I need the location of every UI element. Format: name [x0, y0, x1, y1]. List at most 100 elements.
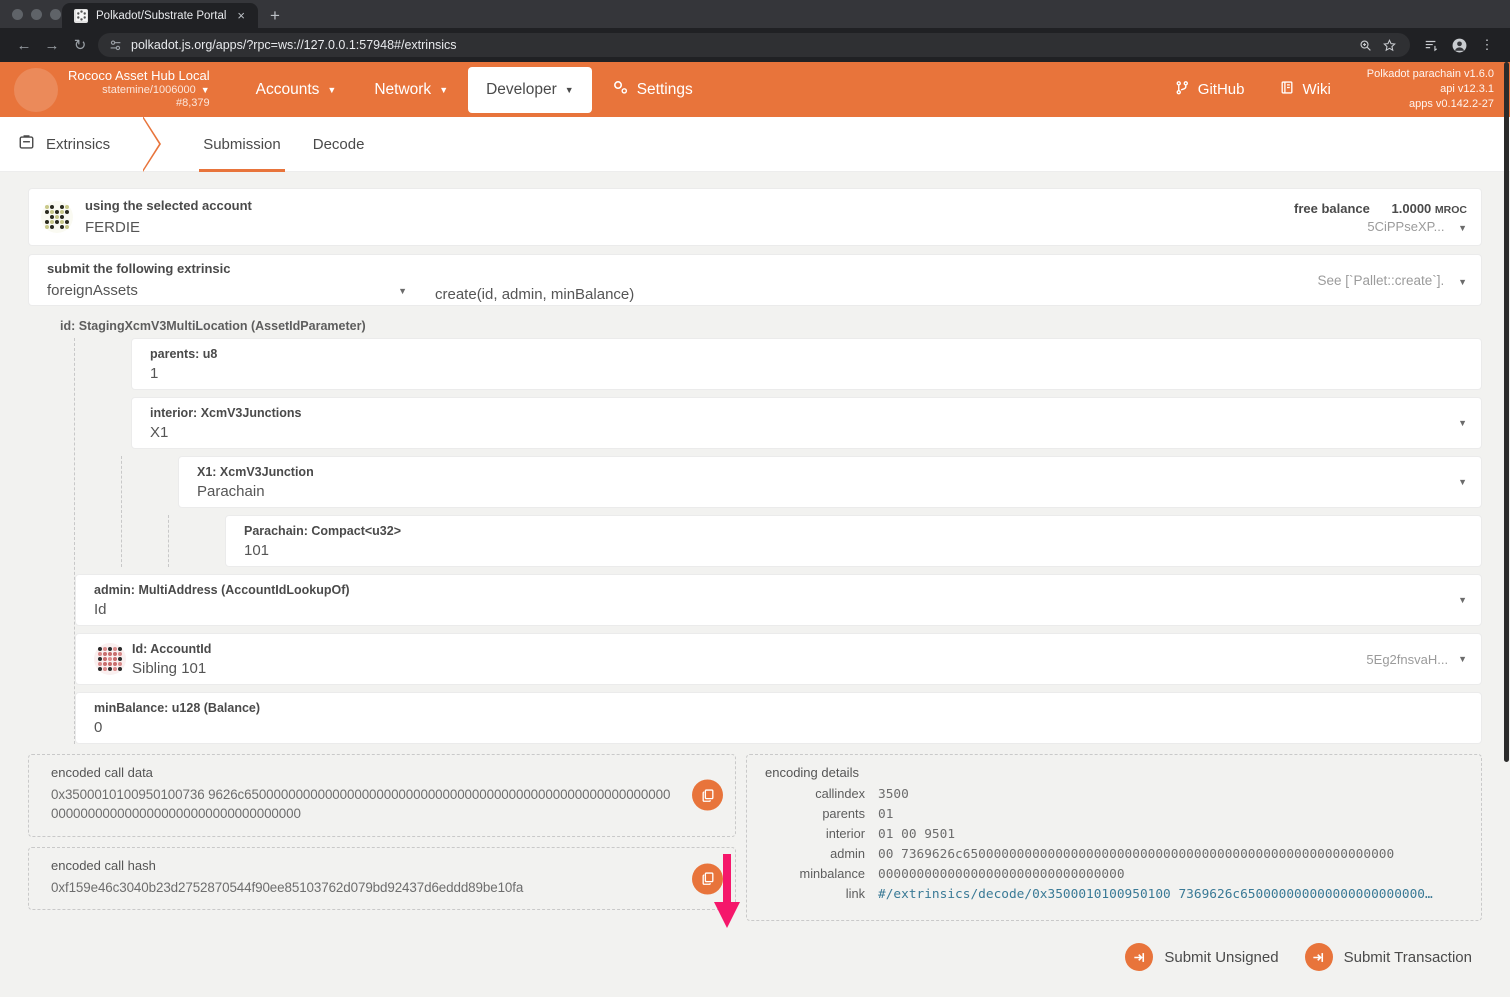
avatar	[94, 643, 126, 675]
detail-row-minbalance: minbalance 00000000000000000000000000000…	[761, 866, 1467, 882]
star-icon[interactable]	[1378, 34, 1400, 56]
extrinsic-method-select[interactable]: create(id, admin, minBalance)	[435, 286, 634, 305]
chain-logo	[14, 68, 58, 112]
detail-key: link	[761, 886, 865, 901]
param-value: X1	[150, 424, 1448, 441]
param-nest-level-1: parents: u8 1 interior: XcmV3Junctions X…	[74, 338, 1482, 744]
reading-list-icon[interactable]	[1418, 32, 1444, 58]
breadcrumb-separator-icon	[143, 116, 161, 172]
back-button[interactable]: ←	[10, 31, 38, 59]
forward-button[interactable]: →	[38, 31, 66, 59]
avatar	[41, 201, 73, 233]
chain-spec: statemine/1006000	[102, 84, 196, 97]
extrinsic-doc-text: See [`Pallet::create`]. ▼	[1318, 273, 1468, 288]
param-row-x1[interactable]: X1: XcmV3Junction Parachain ▼	[178, 456, 1482, 508]
detail-key: interior	[761, 826, 865, 841]
param-row-admin-id[interactable]: Id: AccountId Sibling 101 5Eg2fnsvaH... …	[75, 633, 1482, 685]
extrinsic-pallet-select[interactable]: submit the following extrinsic foreignAs…	[47, 261, 407, 299]
tab-close-icon[interactable]: ×	[234, 9, 248, 22]
extrinsic-selector-card[interactable]: submit the following extrinsic foreignAs…	[28, 254, 1482, 306]
selected-account-card[interactable]: using the selected account FERDIE free b…	[28, 188, 1482, 246]
tab-decode[interactable]: Decode	[297, 117, 381, 172]
detail-row-admin: admin 00 7369626c65000000000000000000000…	[761, 846, 1467, 862]
browser-tab[interactable]: Polkadot/Substrate Portal ×	[62, 3, 258, 28]
nav-item-settings[interactable]: Settings	[594, 67, 711, 113]
chevron-down-icon[interactable]: ▼	[1458, 277, 1467, 287]
browser-toolbar-actions: ⋮	[1418, 32, 1500, 58]
encoded-call-hash-box: encoded call hash 0xf159e46c3040b23d2752…	[28, 847, 736, 910]
github-link[interactable]: GitHub	[1175, 80, 1245, 100]
nav-label: Developer	[486, 81, 557, 99]
nav-item-accounts[interactable]: Accounts ▼	[238, 67, 355, 113]
wiki-link[interactable]: Wiki	[1280, 80, 1330, 99]
param-nest-level-3: Parachain: Compact<u32> 101	[168, 515, 1482, 567]
site-settings-icon[interactable]	[108, 38, 123, 53]
encoding-details-box: encoding details callindex 3500 parents …	[746, 754, 1482, 921]
extrinsic-doc-label: See [`Pallet::create`].	[1318, 273, 1445, 288]
param-group-title-id: id: StagingXcmV3MultiLocation (AssetIdPa…	[28, 314, 1482, 338]
chevron-down-icon[interactable]: ▼	[1458, 223, 1467, 233]
chevron-down-icon: ▼	[327, 85, 336, 95]
nav-label: Accounts	[256, 81, 320, 99]
copy-call-data-button[interactable]	[692, 780, 723, 811]
free-balance-label: free balance	[1294, 201, 1370, 216]
chevron-down-icon[interactable]: ▼	[1458, 595, 1467, 605]
window-close-button[interactable]	[12, 9, 23, 20]
browser-tab-title: Polkadot/Substrate Portal	[96, 10, 226, 22]
tab-submission[interactable]: Submission	[187, 117, 297, 172]
chain-block-number: #8,379	[68, 97, 210, 110]
chevron-down-icon[interactable]: ▼	[398, 286, 407, 296]
page-scrollbar[interactable]	[1503, 62, 1510, 997]
param-value: 101	[244, 542, 1467, 559]
param-row-minbalance[interactable]: minBalance: u128 (Balance) 0	[75, 692, 1482, 744]
chevron-down-icon: ▼	[439, 85, 448, 95]
scrollbar-thumb[interactable]	[1504, 62, 1509, 762]
encoded-panels: encoded call data 0x3500010100950100736 …	[28, 754, 1482, 921]
submit-actions: Submit Unsigned Submit Transaction	[28, 943, 1482, 971]
detail-row-link: link #/extrinsics/decode/0x3500010100950…	[761, 886, 1467, 902]
param-value: 0	[94, 719, 1467, 736]
chevron-down-icon[interactable]: ▼	[1458, 654, 1467, 664]
submit-arrow-icon	[1305, 943, 1333, 971]
submit-unsigned-button[interactable]: Submit Unsigned	[1125, 943, 1278, 971]
encoded-call-data-value: 0x3500010100950100736 9626c6500000000000…	[51, 785, 675, 824]
breadcrumb-section: Extrinsics	[46, 136, 110, 153]
browser-tab-strip-bar: Polkadot/Substrate Portal × +	[0, 0, 1510, 28]
window-minimize-button[interactable]	[31, 9, 42, 20]
address-bar[interactable]: polkadot.js.org/apps/?rpc=ws://127.0.0.1…	[98, 33, 1410, 57]
chain-selector[interactable]: Rococo Asset Hub Local statemine/1006000…	[68, 69, 210, 109]
zoom-icon[interactable]	[1354, 34, 1376, 56]
kebab-menu-icon[interactable]: ⋮	[1474, 32, 1500, 58]
param-row-admin[interactable]: admin: MultiAddress (AccountIdLookupOf) …	[75, 574, 1482, 626]
encoded-left-column: encoded call data 0x3500010100950100736 …	[28, 754, 736, 921]
window-maximize-button[interactable]	[50, 9, 61, 20]
reload-button[interactable]: ↻	[66, 31, 94, 59]
decode-link[interactable]: #/extrinsics/decode/0x3500010100950100 7…	[878, 887, 1433, 902]
window-traffic-lights[interactable]	[12, 9, 61, 20]
param-row-interior[interactable]: interior: XcmV3Junctions X1 ▼	[131, 397, 1482, 449]
account-label: using the selected account	[85, 198, 252, 213]
github-branch-icon	[1175, 80, 1190, 100]
chevron-down-icon[interactable]: ▼	[1458, 418, 1467, 428]
param-row-parachain[interactable]: Parachain: Compact<u32> 101	[225, 515, 1482, 567]
tab-strip: Polkadot/Substrate Portal × +	[62, 3, 280, 28]
favicon-polkadot-icon	[74, 9, 88, 23]
new-tab-button[interactable]: +	[270, 7, 280, 24]
nav-item-developer[interactable]: Developer ▼	[468, 67, 592, 113]
chevron-down-icon[interactable]: ▼	[1458, 477, 1467, 487]
nav-item-network[interactable]: Network ▼	[356, 67, 466, 113]
nav-label: Settings	[637, 81, 693, 99]
detail-key: admin	[761, 846, 865, 861]
breadcrumb-tabbar: Extrinsics Submission Decode	[0, 117, 1510, 172]
param-value: Id	[94, 601, 1448, 618]
param-row-parents[interactable]: parents: u8 1	[131, 338, 1482, 390]
detail-value: 00 7369626c65000000000000000000000000000…	[878, 847, 1394, 862]
encoded-call-data-label: encoded call data	[51, 765, 675, 780]
submit-transaction-button[interactable]: Submit Transaction	[1305, 943, 1472, 971]
detail-value: 3500	[878, 787, 909, 802]
encoded-call-data-box: encoded call data 0x3500010100950100736 …	[28, 754, 736, 837]
address-bar-url: polkadot.js.org/apps/?rpc=ws://127.0.0.1…	[131, 38, 457, 52]
profile-icon[interactable]	[1446, 32, 1472, 58]
app-topbar: Rococo Asset Hub Local statemine/1006000…	[0, 62, 1510, 117]
account-address-short: 5CiPPseXP...	[1367, 219, 1444, 234]
